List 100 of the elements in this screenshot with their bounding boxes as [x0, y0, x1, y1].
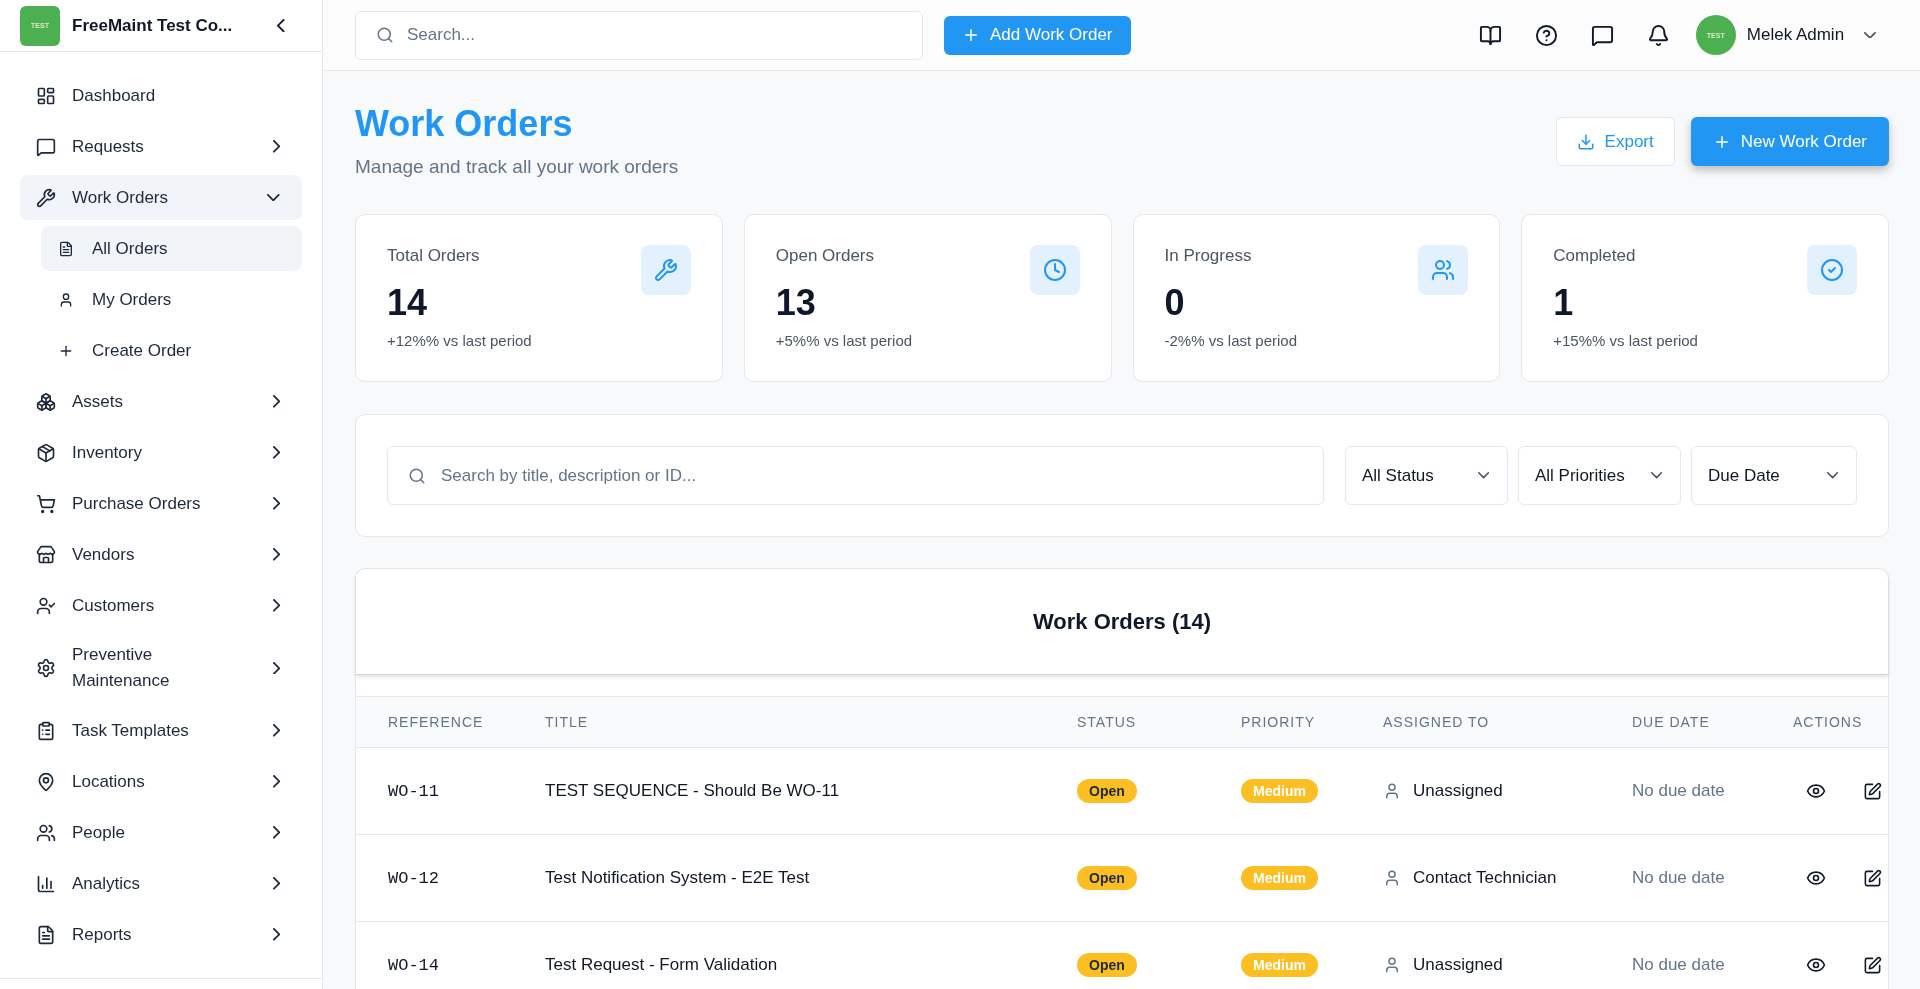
stat-label: Open Orders	[775, 245, 875, 267]
column-header: TITLE	[545, 714, 589, 730]
collapse-icon[interactable]	[277, 18, 285, 33]
table-title: Work Orders (14)	[1032, 608, 1212, 635]
caret-icon[interactable]	[1864, 31, 1876, 39]
table-cell: Test Request - Form Validation	[545, 955, 778, 975]
edit-icon[interactable]	[1863, 955, 1882, 975]
people-icon	[36, 822, 56, 843]
filter-dropdown[interactable]: All Status	[1345, 446, 1508, 505]
person-icon	[58, 291, 74, 308]
dashboard-icon	[36, 85, 56, 106]
nav-item[interactable]: Dashboard	[20, 73, 302, 118]
nav-item[interactable]: Requests	[20, 124, 302, 169]
column-header: ACTIONS	[1793, 714, 1863, 730]
table-cell: Unassigned	[1413, 781, 1503, 801]
stat-change: +12%% vs last period	[387, 331, 532, 351]
filter-dropdown[interactable]: All Priorities	[1518, 446, 1681, 505]
edit-icon[interactable]	[1863, 781, 1882, 801]
help-icon[interactable]	[1534, 23, 1558, 47]
page-title: Work Orders	[355, 102, 574, 146]
nav-item[interactable]: Reports	[20, 912, 302, 957]
nav-item[interactable]: Inventory	[20, 430, 302, 475]
table-cell: WO-14	[388, 955, 439, 975]
chat-bubble-icon	[36, 136, 56, 157]
user-name[interactable]: Melek Admin	[1746, 25, 1845, 45]
nav-item[interactable]: All Orders	[41, 226, 302, 271]
nav-item[interactable]: Assets	[20, 379, 302, 424]
search-field[interactable]: Search...	[355, 10, 923, 60]
column-header: REFERENCE	[388, 714, 484, 730]
search-field[interactable]: Search by title, description or ID...	[387, 446, 1324, 505]
stat-value: 14	[387, 281, 429, 325]
boxes-icon	[36, 391, 56, 412]
person-icon	[1383, 869, 1401, 887]
view-icon[interactable]	[1806, 781, 1826, 801]
nav-item[interactable]: My Orders	[41, 277, 302, 322]
table-cell: TEST SEQUENCE - Should Be WO-11	[545, 781, 840, 801]
user-check-icon	[36, 595, 56, 616]
stat-value: 1	[1553, 281, 1575, 325]
table-cell: Test Notification System - E2E Test	[545, 868, 810, 888]
wrench-icon	[36, 187, 56, 208]
table-cell: Contact Technician	[1413, 868, 1557, 888]
page-subtitle: Manage and track all your work orders	[355, 155, 679, 179]
clock-icon	[1029, 245, 1080, 295]
nav-item[interactable]: People	[20, 810, 302, 855]
priority-badge: Medium	[1241, 866, 1318, 890]
search-icon	[376, 26, 394, 44]
stat-label: Total Orders	[387, 245, 481, 267]
nav-item[interactable]: Preventive Maintenance	[20, 634, 302, 702]
nav-item[interactable]: Locations	[20, 759, 302, 804]
nav-item[interactable]: Analytics	[20, 861, 302, 906]
person-icon	[1383, 956, 1401, 974]
stat-value: 0	[1164, 281, 1186, 325]
person-icon	[1383, 782, 1401, 800]
table-cell: No due date	[1632, 781, 1725, 801]
nav-item[interactable]: Task Templates	[20, 708, 302, 753]
wrench-icon	[640, 245, 691, 295]
stat-label: In Progress	[1164, 245, 1253, 267]
chat-bubble-icon[interactable]	[1590, 23, 1614, 47]
status-badge: Open	[1077, 779, 1137, 803]
table-cell: No due date	[1632, 955, 1725, 975]
people-icon	[1418, 245, 1469, 295]
status-badge: Open	[1077, 866, 1137, 890]
table-cell: Unassigned	[1413, 955, 1503, 975]
stat-label: Completed	[1553, 245, 1637, 267]
company-name: FreeMaint Test Co...	[72, 15, 234, 36]
plus-icon	[962, 26, 980, 44]
column-header: PRIORITY	[1241, 714, 1316, 730]
caret-icon	[1826, 472, 1838, 479]
priority-badge: Medium	[1241, 779, 1318, 803]
stat-change: +15%% vs last period	[1553, 331, 1698, 351]
download-icon	[1576, 132, 1595, 151]
nav-item[interactable]: Vendors	[20, 532, 302, 577]
nav-item[interactable]: Purchase Orders	[20, 481, 302, 526]
book-icon[interactable]	[1478, 23, 1502, 47]
view-icon[interactable]	[1806, 868, 1826, 888]
bar-chart-icon	[36, 873, 56, 894]
filter-dropdown[interactable]: Due Date	[1691, 446, 1857, 505]
priority-badge: Medium	[1241, 953, 1318, 977]
stat-change: +5%% vs last period	[775, 331, 913, 351]
view-icon[interactable]	[1806, 955, 1826, 975]
nav-item[interactable]: Create Order	[41, 328, 302, 373]
table-cell: WO-12	[388, 868, 439, 888]
map-pin-icon	[36, 771, 56, 792]
stat-change: -2%% vs last period	[1164, 331, 1298, 351]
nav-item[interactable]: Work Orders	[20, 175, 302, 220]
table-cell: WO-11	[388, 781, 439, 801]
gear-icon	[36, 658, 56, 678]
clipboard-icon	[36, 720, 56, 741]
search-icon	[408, 466, 426, 485]
caret-icon	[1650, 472, 1662, 479]
stat-value: 13	[775, 281, 817, 325]
column-header: STATUS	[1077, 714, 1137, 730]
nav-item[interactable]: Customers	[20, 583, 302, 628]
store-icon	[36, 544, 56, 565]
column-header: ASSIGNED TO	[1383, 714, 1490, 730]
package-icon	[36, 442, 56, 463]
document-icon	[36, 924, 56, 945]
bell-icon[interactable]	[1646, 23, 1670, 47]
edit-icon[interactable]	[1863, 868, 1882, 888]
cart-icon	[36, 493, 56, 514]
